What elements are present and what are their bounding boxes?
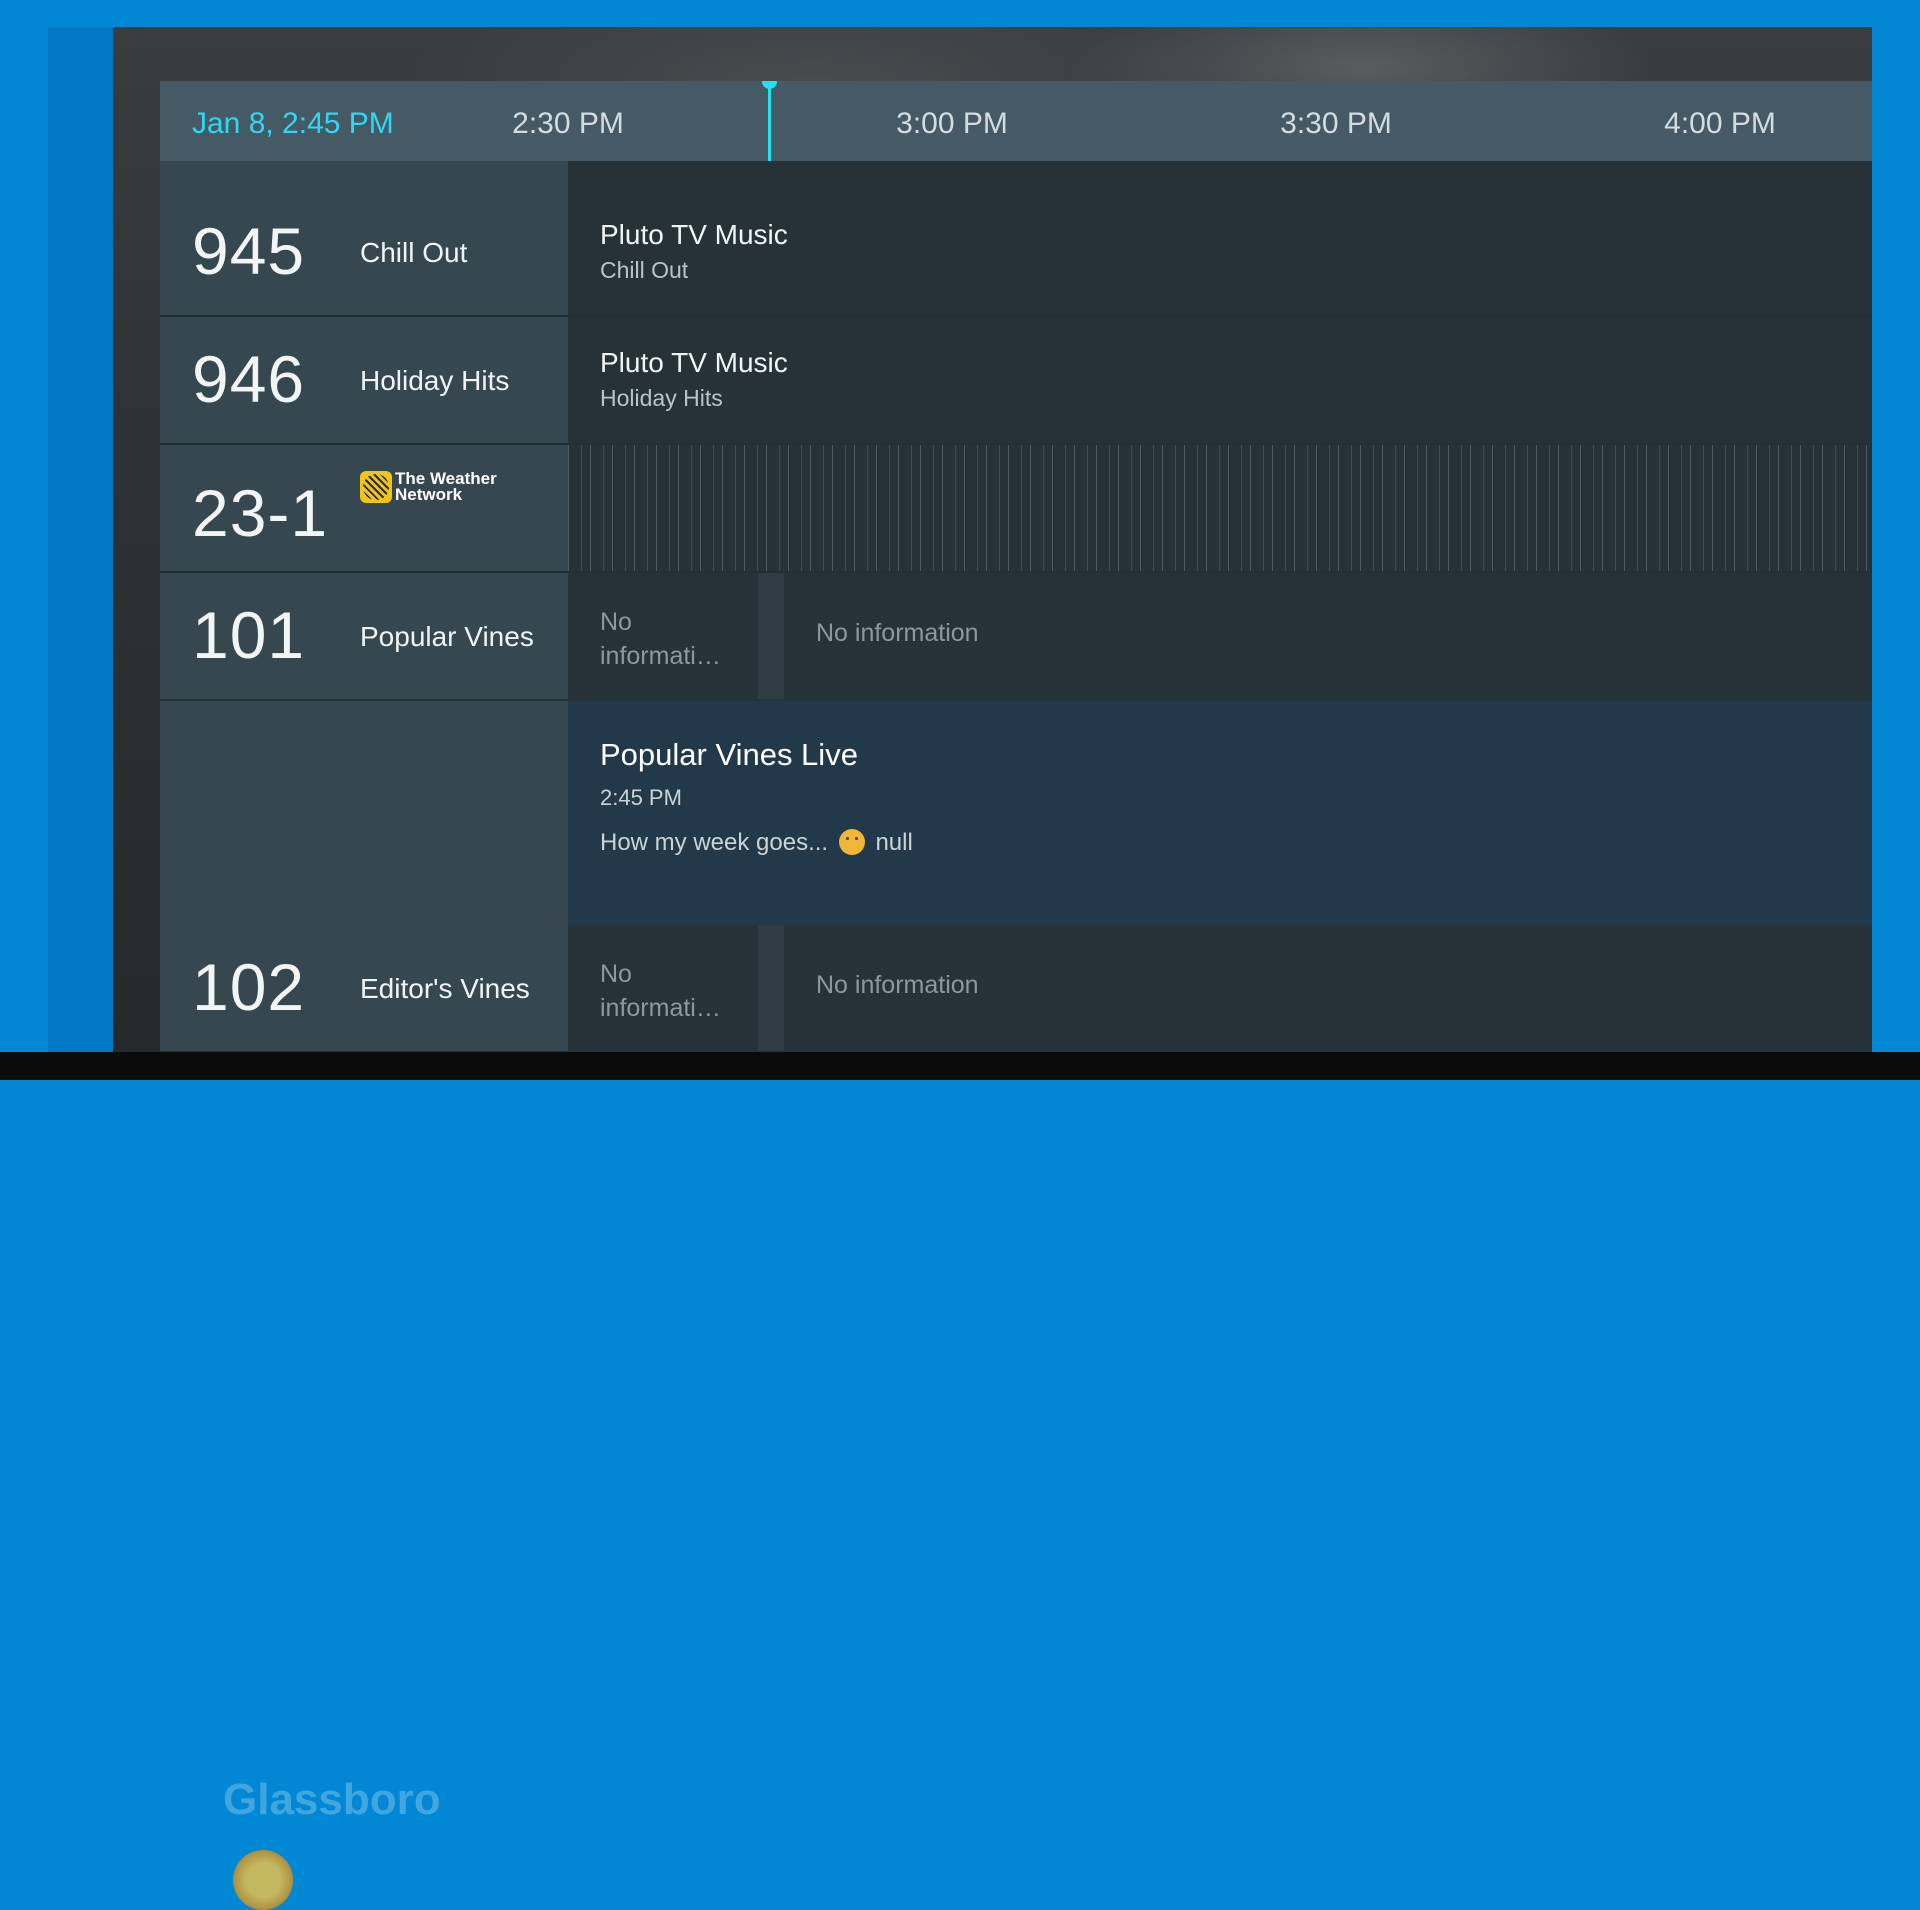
- no-signal-pattern: [568, 445, 1872, 571]
- program-title: Pluto TV Music: [600, 219, 788, 250]
- detail-description-suffix: null: [875, 829, 913, 856]
- program-row: No informati… No information: [568, 573, 1872, 699]
- background-city-label: Glassboro: [223, 1775, 441, 1824]
- program-cell[interactable]: No information: [784, 925, 1872, 1051]
- now-indicator-dot: [762, 81, 777, 89]
- time-tick: 4:00 PM: [1664, 107, 1776, 140]
- program-cell[interactable]: No information: [784, 573, 1872, 699]
- program-subtitle: Holiday Hits: [600, 385, 723, 411]
- detail-time: 2:45 PM: [600, 785, 682, 810]
- weather-network-logo-text: The Weather Network: [395, 469, 497, 504]
- channel-name: Holiday Hits: [360, 365, 510, 396]
- program-title: No informati…: [600, 608, 721, 670]
- channel-cell[interactable]: 23-1 The Weather Network: [160, 445, 568, 571]
- channel-number: 102: [192, 950, 306, 1024]
- weather-network-icon: [360, 471, 392, 503]
- thinking-face-icon: [838, 829, 865, 855]
- program-row: No informati… No information: [568, 925, 1872, 1051]
- program-title: No information: [816, 619, 979, 647]
- detail-description: How my week goes... null: [600, 829, 913, 857]
- program-cell[interactable]: Pluto TV Music Holiday Hits: [568, 317, 1872, 443]
- program-cell[interactable]: No informati…: [568, 573, 758, 699]
- channel-row-945[interactable]: 945 Chill Out Pluto TV Music Chill Out: [160, 189, 1872, 317]
- detail-title: Popular Vines Live: [600, 737, 858, 772]
- detail-description-text: How my week goes...: [600, 829, 829, 856]
- program-subtitle: Chill Out: [600, 257, 689, 283]
- channel-number: 23-1: [192, 476, 329, 550]
- program-cell[interactable]: No informati…: [568, 925, 758, 1051]
- channel-cell[interactable]: 945 Chill Out: [160, 189, 568, 315]
- program-title: No information: [816, 971, 979, 999]
- now-indicator-line: [768, 81, 771, 161]
- program-title: No informati…: [600, 960, 721, 1022]
- weather-network-logo: The Weather Network: [360, 469, 505, 504]
- channel-number: 101: [192, 598, 306, 672]
- channel-number: 945: [192, 214, 306, 288]
- program-cell[interactable]: Pluto TV Music Chill Out: [568, 189, 1872, 315]
- channel-row-102[interactable]: 102 Editor's Vines No informati… No info…: [160, 925, 1872, 1051]
- channel-row-101[interactable]: 101 Popular Vines No informati… No infor…: [160, 573, 1872, 699]
- program-detail-panel: Popular Vines Live 2:45 PM How my week g…: [160, 701, 1872, 925]
- channel-cell[interactable]: 101 Popular Vines: [160, 573, 568, 699]
- frame-left-strip: [48, 27, 113, 1052]
- bottom-edge: [0, 1052, 1920, 1080]
- time-tick: 2:30 PM: [512, 107, 624, 140]
- sun-icon: [233, 1850, 293, 1910]
- current-datetime: Jan 8, 2:45 PM: [192, 107, 394, 140]
- channel-name: Chill Out: [360, 237, 468, 268]
- channel-name: Editor's Vines: [360, 973, 530, 1004]
- channel-cell[interactable]: 946 Holiday Hits: [160, 317, 568, 443]
- channel-row-23-1[interactable]: 23-1 The Weather Network: [160, 445, 1872, 573]
- time-bar: Jan 8, 2:45 PM 2:30 PM 3:00 PM 3:30 PM 4…: [160, 81, 1872, 161]
- program-detail[interactable]: Popular Vines Live 2:45 PM How my week g…: [568, 701, 1872, 925]
- channel-number: 946: [192, 342, 306, 416]
- time-tick: 3:00 PM: [896, 107, 1008, 140]
- program-guide: Jan 8, 2:45 PM 2:30 PM 3:00 PM 3:30 PM 4…: [160, 81, 1872, 1052]
- channel-cell[interactable]: 102 Editor's Vines: [160, 925, 568, 1051]
- time-tick: 3:30 PM: [1280, 107, 1392, 140]
- channel-name: Popular Vines: [360, 621, 534, 652]
- channel-row-946[interactable]: 946 Holiday Hits Pluto TV Music Holiday …: [160, 317, 1872, 445]
- program-cell-loading[interactable]: [568, 445, 1872, 571]
- program-title: Pluto TV Music: [600, 347, 788, 378]
